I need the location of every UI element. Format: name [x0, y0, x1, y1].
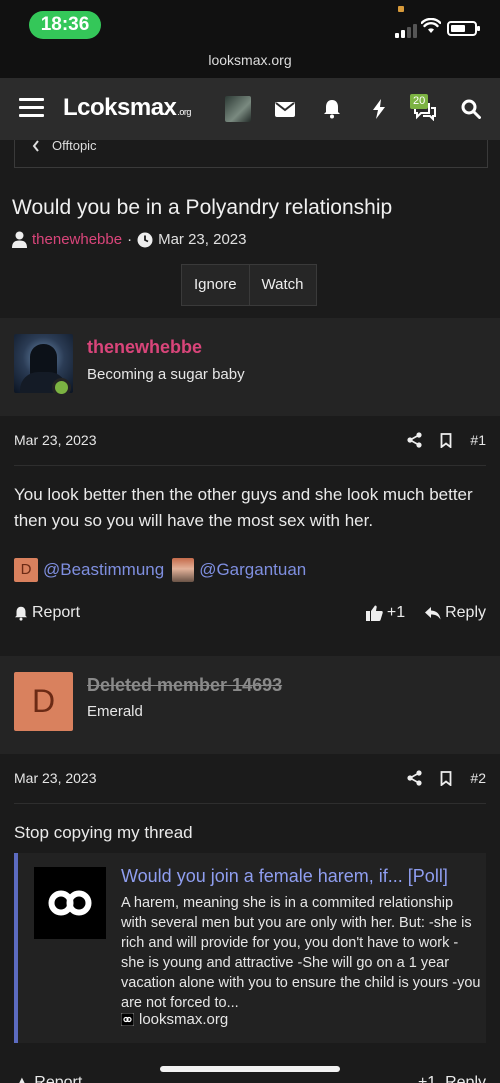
reply-button[interactable]: Reply: [425, 604, 486, 622]
user-avatar[interactable]: [225, 96, 251, 122]
privacy-indicator-icon: [398, 6, 404, 12]
online-status-indicator: [52, 378, 71, 397]
inbox-icon[interactable]: [272, 96, 298, 122]
share-icon[interactable]: [407, 770, 423, 786]
thread-author-link[interactable]: thenewhebbe: [32, 231, 122, 248]
thread-date[interactable]: Mar 23, 2023: [158, 231, 246, 248]
cellular-signal-icon: [395, 24, 417, 38]
reply-button[interactable]: +1 Reply: [418, 1074, 486, 1083]
status-time: 18:36: [29, 11, 101, 39]
post-1-mentions: D @Beastimmung @Gargantuan: [14, 558, 306, 582]
thumbs-up-icon: [365, 605, 383, 621]
post-1-user-block: [0, 318, 500, 416]
like-count: +1: [386, 604, 406, 621]
status-bar: 18:36: [0, 0, 500, 46]
post-2-footer: ▲ Report +1 Reply: [14, 1074, 486, 1083]
clock-icon: [137, 232, 153, 247]
search-icon[interactable]: [458, 96, 484, 122]
divider: [14, 465, 486, 466]
watch-button[interactable]: Watch: [248, 265, 316, 305]
breadcrumb-link[interactable]: Offtopic: [32, 138, 97, 153]
divider: [14, 803, 486, 804]
unfurl-thumbnail: [34, 867, 106, 939]
post-1-footer: Report +1 Reply: [14, 604, 486, 622]
url-bar[interactable]: looksmax.org: [0, 46, 500, 78]
thread-actions: Ignore Watch: [181, 264, 317, 306]
post-1-number[interactable]: #1: [470, 432, 486, 448]
post-2-message: Stop copying my thread: [14, 823, 193, 842]
mention-1-avatar: D: [14, 558, 38, 582]
avatar[interactable]: D: [14, 672, 73, 731]
mention-2-avatar: [172, 558, 195, 582]
page-title: Would you be in a Polyandry relationship: [12, 196, 393, 219]
link-unfurl-card[interactable]: Would you join a female harem, if... [Po…: [14, 853, 486, 1043]
bell-icon[interactable]: [319, 96, 345, 122]
post-2-number[interactable]: #2: [470, 770, 486, 786]
post-2-date[interactable]: Mar 23, 2023: [14, 770, 97, 786]
site-logo-icon: [48, 890, 92, 916]
chevron-left-icon: [32, 139, 39, 152]
mention-2-link[interactable]: @Gargantuan: [199, 560, 306, 580]
share-icon[interactable]: [407, 432, 423, 448]
like-button[interactable]: +1: [365, 604, 406, 622]
url-text: looksmax.org: [208, 52, 292, 68]
bookmark-icon[interactable]: [440, 432, 452, 448]
post-1-user-title: Becoming a sugar baby: [87, 366, 245, 383]
menu-icon[interactable]: [19, 98, 44, 118]
notification-badge: 20: [410, 94, 429, 109]
battery-icon: [447, 21, 480, 36]
post-2-tools: #2: [407, 770, 486, 786]
wifi-icon: [421, 18, 441, 33]
unfurl-title[interactable]: Would you join a female harem, if... [Po…: [121, 866, 448, 887]
report-button[interactable]: ▲ Report: [14, 1074, 82, 1083]
report-button[interactable]: Report: [14, 604, 80, 622]
thread-meta: thenewhebbe · Mar 23, 2023: [12, 231, 246, 248]
reply-label: Reply: [445, 604, 486, 621]
site-header: Lcoksmax.org 20: [0, 78, 500, 140]
meta-separator: ·: [127, 231, 133, 248]
bell-icon: [15, 606, 27, 621]
post-1-username[interactable]: thenewhebbe: [87, 337, 202, 358]
unfurl-description: A harem, meaning she is in a commited re…: [121, 895, 481, 1011]
post-2-username: Deleted member 14693: [87, 675, 283, 695]
breadcrumb-label: Offtopic: [52, 138, 97, 153]
unfurl-source: looksmax.org: [121, 1011, 228, 1028]
post-1-tools: #1: [407, 432, 486, 448]
ignore-button[interactable]: Ignore: [182, 265, 249, 305]
post-1-message: You look better then the other guys and …: [14, 485, 473, 530]
unfurl-source-label: looksmax.org: [139, 1011, 229, 1028]
post-1-date[interactable]: Mar 23, 2023: [14, 432, 97, 448]
site-favicon-icon: [121, 1013, 134, 1026]
report-label: Report: [32, 604, 81, 621]
user-icon: [12, 231, 27, 248]
mention-1-link[interactable]: @Beastimmung: [43, 560, 164, 580]
bookmark-icon[interactable]: [440, 770, 452, 786]
site-logo[interactable]: Lcoksmax.org: [63, 94, 191, 122]
post-2-user-block: [0, 656, 500, 754]
home-indicator[interactable]: [160, 1066, 340, 1072]
bolt-icon[interactable]: [366, 96, 392, 122]
post-2-user-title: Emerald: [87, 703, 143, 720]
reply-icon: [425, 606, 441, 619]
